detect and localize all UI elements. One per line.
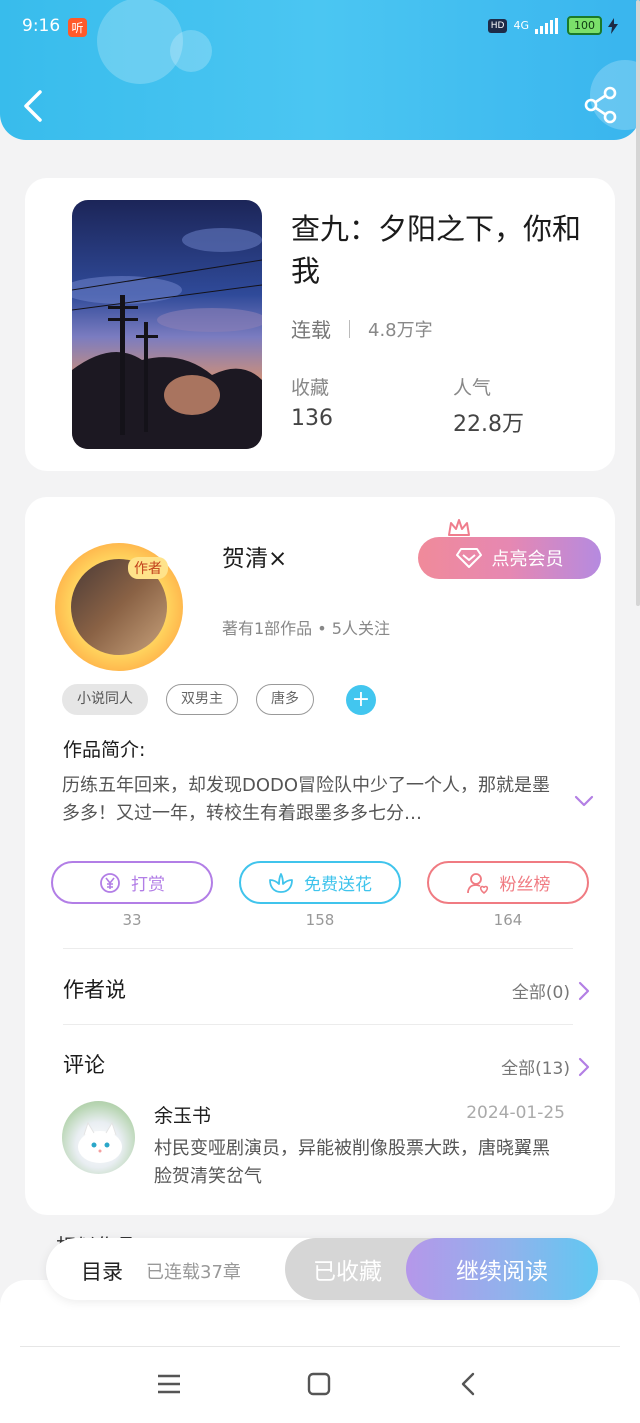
popularity-label: 人气	[453, 377, 492, 399]
reader-bar: 目录 已连载37章 已收藏 继续阅读	[46, 1238, 598, 1300]
author-info: 著有1部作品 • 5人关注	[222, 619, 390, 638]
book-cover[interactable]	[72, 200, 262, 449]
author-avatar[interactable]: 作者	[55, 543, 183, 671]
chevron-right-icon	[578, 1057, 590, 1076]
cover-art	[72, 228, 262, 449]
author-name[interactable]: 贺清×	[222, 539, 287, 573]
yuan-coin-icon	[100, 872, 120, 893]
chevron-down-icon[interactable]	[574, 794, 594, 808]
decor-bubble	[97, 0, 183, 84]
continue-reading-button[interactable]: 继续阅读	[406, 1238, 598, 1300]
signal-icon	[535, 17, 558, 34]
chapter-count: 已连载37章	[146, 1262, 241, 1283]
vip-label: 点亮会员	[491, 549, 564, 570]
flower-count: 158	[305, 911, 335, 929]
reward-button[interactable]: 打赏	[51, 861, 213, 904]
book-card: 查九：夕阳之下，你和我 连载 4.8万字 收藏 136 人气 22.8万	[25, 178, 615, 471]
intro-label: 作品简介:	[63, 739, 146, 761]
cat-avatar-icon	[78, 1121, 122, 1163]
toc-button[interactable]: 目录	[81, 1256, 123, 1286]
intro-text: 历练五年回来，却发现DODO冒险队中少了一个人，那就是墨多多！又过一年，转校生有…	[62, 775, 551, 824]
flower-icon	[269, 872, 293, 893]
comment-text[interactable]: 村民变哑剧演员，异能被削像股票大跌，唐晓翼黑脸贺清笑岔气	[154, 1135, 564, 1191]
tag-item[interactable]: 小说同人	[62, 684, 148, 715]
add-tag-icon[interactable]: +	[346, 684, 376, 715]
back-icon[interactable]	[20, 86, 48, 126]
author-card: 作者 贺清× 著有1部作品 • 5人关注 点亮会员 小说同人 双男主 唐多 + …	[25, 497, 615, 1215]
bottom-sheet	[0, 1280, 640, 1423]
author-badge: 作者	[128, 557, 168, 579]
collected-label: 已收藏	[313, 1259, 382, 1285]
book-status: 连载	[291, 318, 331, 342]
share-icon[interactable]	[584, 86, 618, 124]
crown-icon	[448, 519, 470, 536]
status-app-badge: 听	[68, 18, 87, 37]
menu-icon[interactable]	[156, 1370, 182, 1398]
author-says-title: 作者说	[63, 978, 126, 1002]
fans-label: 粉丝榜	[499, 875, 551, 895]
battery-icon: 100	[567, 16, 602, 35]
comment-date: 2024-01-25	[466, 1103, 565, 1123]
continue-label: 继续阅读	[456, 1259, 548, 1285]
book-meta: 连载 4.8万字	[291, 314, 433, 343]
fans-button[interactable]: 粉丝榜	[427, 861, 589, 904]
commenter-name[interactable]: 余玉书	[154, 1101, 211, 1128]
comments-link[interactable]: 全部(13)	[501, 1054, 590, 1079]
divider	[63, 948, 573, 949]
comments-title: 评论	[63, 1053, 105, 1077]
header: 9:16 听 HD 4G 100	[0, 0, 640, 140]
comments-all: 全部(13)	[501, 1059, 570, 1079]
divider	[63, 1024, 573, 1025]
author-says-all: 全部(0)	[511, 983, 570, 1003]
nav-divider	[20, 1346, 620, 1347]
decor-bubble	[170, 30, 212, 72]
tag-item[interactable]: 唐多	[256, 684, 314, 715]
fans-count: 164	[493, 911, 523, 929]
diamond-icon	[455, 548, 482, 568]
vip-button[interactable]: 点亮会员	[418, 537, 601, 579]
status-icons: HD 4G 100	[487, 16, 618, 35]
flower-button[interactable]: 免费送花	[239, 861, 401, 904]
commenter-avatar[interactable]	[62, 1101, 135, 1174]
popularity-value: 22.8万	[453, 412, 524, 437]
fans-icon	[466, 872, 488, 894]
scrollbar[interactable]	[636, 0, 640, 606]
author-says-link[interactable]: 全部(0)	[512, 978, 590, 1003]
flower-label: 免费送花	[304, 875, 372, 895]
meta-divider	[349, 319, 350, 338]
tag-list: 小说同人 双男主 唐多 +	[62, 684, 376, 715]
network-label: 4G	[513, 19, 529, 32]
collect-label: 收藏	[291, 377, 330, 399]
tag-item[interactable]: 双男主	[166, 684, 238, 715]
hd-icon: HD	[487, 18, 508, 33]
home-icon[interactable]	[306, 1370, 332, 1398]
reward-label: 打赏	[131, 875, 165, 895]
collect-value: 136	[291, 406, 333, 431]
charging-icon	[608, 17, 618, 34]
reward-count: 33	[122, 911, 142, 929]
chevron-right-icon	[578, 981, 590, 1000]
back-nav-icon[interactable]	[456, 1370, 482, 1398]
status-time: 9:16	[22, 16, 61, 36]
book-word-count: 4.8万字	[368, 319, 433, 341]
book-title: 查九：夕阳之下，你和我	[291, 212, 582, 288]
